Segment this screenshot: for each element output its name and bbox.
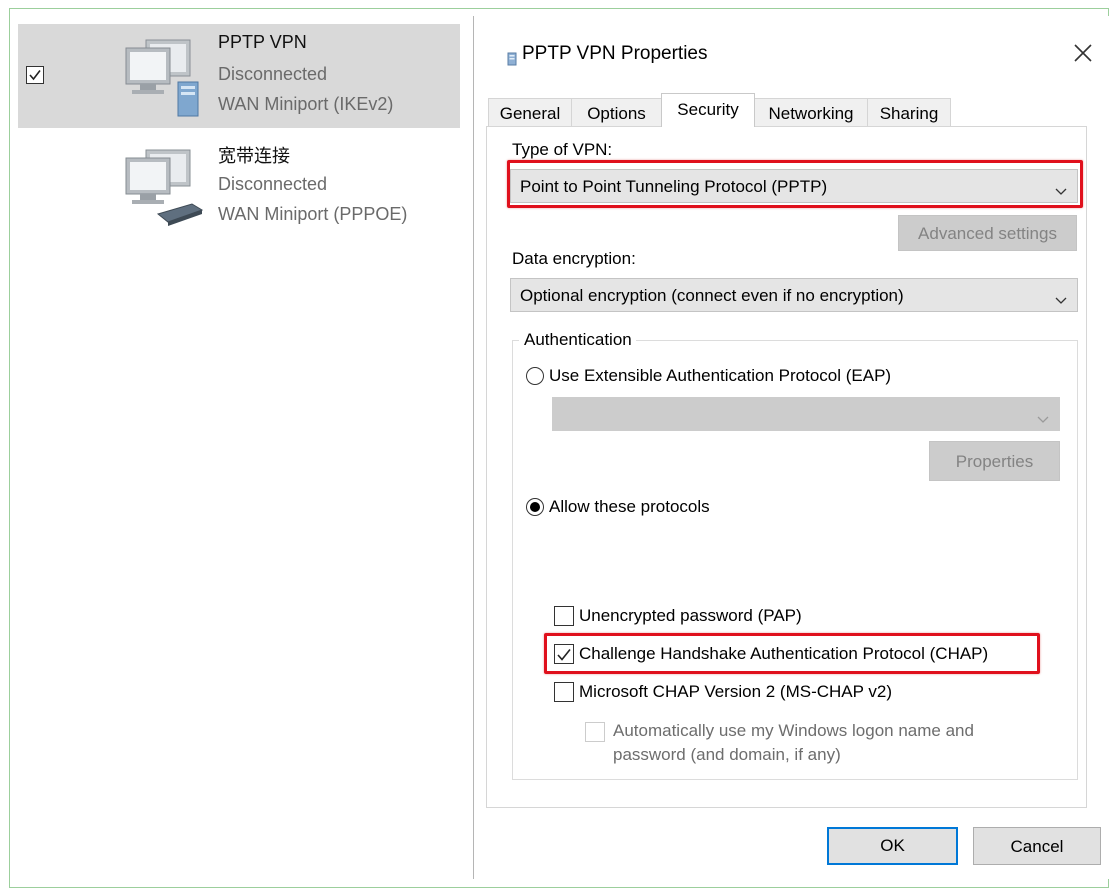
connection-checkbox[interactable] [26,66,44,84]
chap-highlight-box [544,633,1040,674]
connection-status: Disconnected [218,64,328,84]
data-encryption-label: Data encryption: [512,249,636,268]
eap-method-dropdown[interactable] [552,397,1060,431]
vpn-properties-dialog: PPTP VPN Properties General Options Secu… [473,16,1114,879]
connection-device: WAN Miniport (PPPOE) [218,204,408,224]
eap-properties-button[interactable]: Properties [929,441,1060,481]
pap-label[interactable]: Unencrypted password (PAP) [579,606,802,626]
chevron-down-icon [1037,409,1049,429]
chevron-down-icon [1055,290,1067,310]
eap-radio[interactable] [526,367,544,385]
auto-logon-label-line2: password (and domain, if any) [613,745,841,764]
data-encryption-dropdown[interactable]: Optional encryption (connect even if no … [510,278,1078,312]
ms-chap-v2-label[interactable]: Microsoft CHAP Version 2 (MS-CHAP v2) [579,682,892,702]
cancel-button[interactable]: Cancel [973,827,1101,865]
allow-protocols-radio[interactable] [526,498,544,516]
vpn-connection-icon [122,38,204,118]
allow-protocols-label[interactable]: Allow these protocols [549,497,710,517]
close-icon[interactable] [1068,38,1098,68]
tab-security[interactable]: Security [661,93,755,127]
broadband-connection-icon [122,148,204,228]
connection-item-broadband[interactable]: 宽带连接 Disconnected WAN Miniport (PPPOE) [18,134,460,238]
tab-options[interactable]: Options [571,98,662,126]
auto-logon-label-line1: Automatically use my Windows logon name … [613,721,974,740]
vpn-title-icon [507,52,517,71]
dialog-titlebar: PPTP VPN Properties [474,16,1114,86]
advanced-settings-button[interactable]: Advanced settings [898,215,1077,251]
connection-name: 宽带连接 [218,146,290,166]
data-encryption-value: Optional encryption (connect even if no … [520,286,904,305]
eap-label[interactable]: Use Extensible Authentication Protocol (… [549,366,891,386]
tab-networking[interactable]: Networking [754,98,868,126]
authentication-label: Authentication [519,330,636,350]
type-of-vpn-label: Type of VPN: [512,140,613,159]
tab-sharing[interactable]: Sharing [867,98,951,126]
tab-general[interactable]: General [488,98,572,126]
connection-name: PPTP VPN [218,32,307,52]
pap-checkbox[interactable] [554,606,574,626]
dialog-title: PPTP VPN Properties [522,43,708,64]
ok-button[interactable]: OK [827,827,958,865]
vpn-type-highlight-box [507,160,1083,208]
connection-item-pptp-vpn[interactable]: PPTP VPN Disconnected WAN Miniport (IKEv… [18,24,460,128]
auto-logon-checkbox[interactable] [585,722,605,742]
connection-device: WAN Miniport (IKEv2) [218,94,394,114]
connection-status: Disconnected [218,174,328,194]
radio-selected-dot [530,502,540,512]
ms-chap-v2-checkbox[interactable] [554,682,574,702]
